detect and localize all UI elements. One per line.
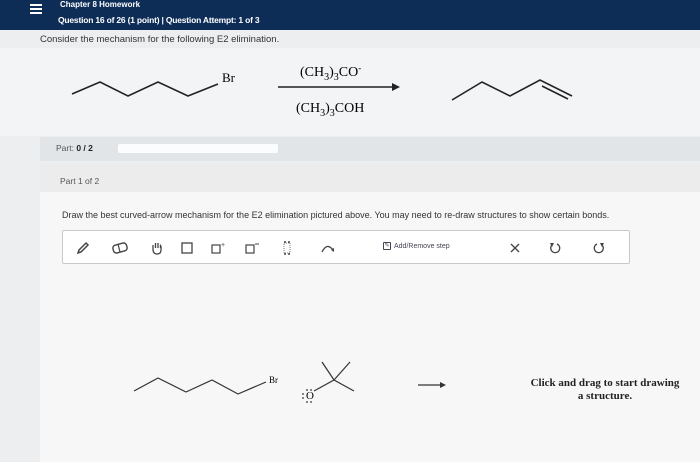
question-info: Question 16 of 26 (1 point) | Question A… — [58, 15, 260, 25]
part-panel: Part 1 of 2 Draw the best curved-arrow m… — [40, 164, 700, 462]
canvas-arrow-head — [440, 382, 446, 388]
tert-butyl-skeleton — [313, 361, 355, 392]
part-score: Part: 0 / 2 — [56, 143, 93, 153]
add-remove-step-label: Add/Remove step — [394, 242, 450, 250]
menu-icon[interactable] — [30, 4, 42, 16]
header-bar: Chapter 8 Homework Question 16 of 26 (1 … — [0, 0, 700, 30]
part-progress-bar: Part: 0 / 2 — [40, 137, 700, 161]
product-skeleton — [451, 79, 573, 101]
square-icon[interactable] — [177, 239, 197, 257]
square-plus-icon[interactable]: + — [207, 239, 229, 257]
curved-arrow-icon[interactable] — [317, 239, 339, 257]
canvas-br-label: Br — [269, 375, 278, 385]
reaction-arrow-head — [392, 83, 400, 91]
eraser-icon[interactable] — [109, 239, 131, 257]
drawing-toolbar: + ✎ Add/Remove step — [62, 230, 630, 264]
pencil-icon[interactable] — [73, 239, 93, 257]
undo-icon[interactable] — [545, 239, 565, 257]
dots-icon[interactable] — [277, 239, 297, 257]
add-remove-step-button[interactable]: ✎ Add/Remove step — [383, 242, 450, 250]
reaction-svg: Br (CH3)3CO- (CH3)3COH — [71, 63, 573, 119]
canvas-svg: Br O — [133, 361, 446, 403]
instructions: Draw the best curved-arrow mechanism for… — [62, 210, 610, 220]
square-minus-icon[interactable] — [241, 239, 263, 257]
drawing-canvas[interactable]: Br O — [62, 268, 662, 458]
canvas-substrate-skeleton — [133, 377, 267, 395]
svg-text:+: + — [221, 242, 225, 249]
part-panel-header: Part 1 of 2 — [40, 164, 700, 192]
question-prompt: Consider the mechanism for the following… — [40, 34, 280, 45]
canvas-oxygen-label: O — [306, 390, 314, 402]
substrate-skeleton — [71, 81, 219, 97]
chapter-title: Chapter 8 Homework — [60, 0, 141, 9]
reaction-scheme: Br (CH3)3CO- (CH3)3COH — [0, 48, 700, 136]
edit-icon: ✎ — [383, 242, 391, 250]
substrate-br-label: Br — [222, 70, 236, 85]
reagent-bottom: (CH3)3COH — [296, 101, 364, 119]
close-icon[interactable] — [505, 239, 525, 257]
redo-icon[interactable] — [589, 239, 609, 257]
progress-track — [118, 144, 278, 153]
reagent-top: (CH3)3CO- — [300, 63, 361, 83]
drawing-hint: Click and drag to start drawing a struct… — [530, 377, 680, 402]
part-of-label: Part 1 of 2 — [60, 176, 100, 186]
hand-icon[interactable] — [147, 239, 167, 257]
